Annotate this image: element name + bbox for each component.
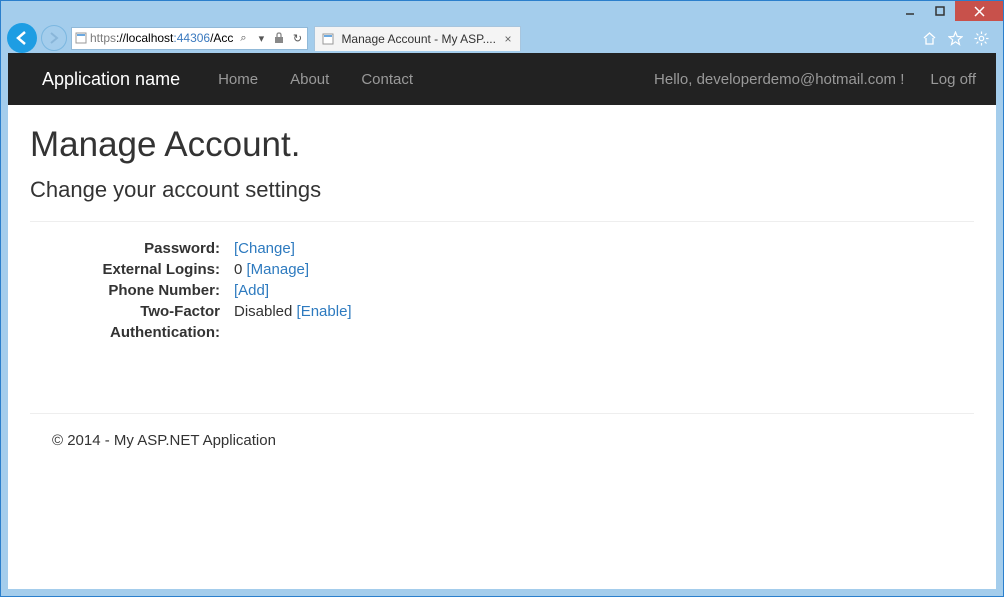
two-factor-label-1: Two-Factor: [30, 303, 234, 320]
titlebar: [1, 1, 1003, 23]
external-logins-label: External Logins:: [30, 261, 234, 278]
address-bar[interactable]: https://localhost:44306/Acc ⌕ ▾ ↻: [71, 27, 308, 50]
settings-icon[interactable]: [973, 30, 989, 46]
browser-window: https://localhost:44306/Acc ⌕ ▾ ↻ Manage…: [0, 0, 1004, 597]
site-icon: [74, 31, 88, 45]
close-button[interactable]: [955, 1, 1003, 21]
tab-favicon: [321, 32, 335, 46]
maximize-button[interactable]: [925, 1, 955, 21]
forward-button[interactable]: [41, 25, 67, 51]
page-title: Manage Account.: [30, 125, 974, 165]
divider: [30, 221, 974, 222]
lock-icon: [271, 30, 287, 46]
page-body: Manage Account. Change your account sett…: [8, 105, 996, 469]
refresh-icon[interactable]: ↻: [289, 30, 305, 46]
brand[interactable]: Application name: [42, 69, 180, 90]
nav-greeting[interactable]: Hello, developerdemo@hotmail.com !: [654, 71, 904, 88]
dropdown-icon[interactable]: ▾: [253, 30, 269, 46]
password-value: [Change]: [234, 240, 974, 257]
browser-tab[interactable]: Manage Account - My ASP.... ×: [314, 26, 521, 51]
two-factor-enable-link[interactable]: [Enable]: [297, 303, 352, 320]
favorites-icon[interactable]: [947, 30, 963, 46]
browser-toolbar: https://localhost:44306/Acc ⌕ ▾ ↻ Manage…: [1, 23, 1003, 53]
home-icon[interactable]: [921, 30, 937, 46]
nav-links: Home About Contact: [202, 71, 429, 88]
address-text: https://localhost:44306/Acc: [90, 31, 233, 45]
nav-home[interactable]: Home: [202, 71, 274, 88]
two-factor-label-2: Authentication:: [30, 324, 234, 341]
footer-divider: [30, 413, 974, 414]
nav-contact[interactable]: Contact: [345, 71, 429, 88]
search-icon[interactable]: ⌕: [235, 30, 251, 46]
tab-close-icon[interactable]: ×: [502, 33, 514, 45]
toolbar-icons: [921, 30, 997, 46]
password-label: Password:: [30, 240, 234, 257]
phone-add-link[interactable]: [Add]: [234, 282, 269, 299]
site-navbar: Application name Home About Contact Hell…: [8, 53, 996, 105]
password-change-link[interactable]: [Change]: [234, 240, 295, 257]
phone-label: Phone Number:: [30, 282, 234, 299]
back-button[interactable]: [7, 23, 37, 53]
external-logins-manage-link[interactable]: [Manage]: [247, 261, 310, 278]
footer-text: © 2014 - My ASP.NET Application: [30, 432, 974, 449]
window-controls: [895, 1, 1003, 21]
two-factor-value: Disabled [Enable]: [234, 303, 974, 320]
two-factor-status: Disabled: [234, 303, 297, 320]
settings-list: Password: [Change] External Logins: 0 [M…: [30, 240, 974, 341]
external-logins-count: 0: [234, 261, 247, 278]
tab-title: Manage Account - My ASP....: [341, 32, 496, 46]
nav-about[interactable]: About: [274, 71, 345, 88]
external-logins-value: 0 [Manage]: [234, 261, 974, 278]
nav-right: Hello, developerdemo@hotmail.com ! Log o…: [654, 71, 976, 88]
page-subtitle: Change your account settings: [30, 177, 974, 203]
page-content: Application name Home About Contact Hell…: [8, 53, 996, 589]
minimize-button[interactable]: [895, 1, 925, 21]
phone-value: [Add]: [234, 282, 974, 299]
nav-logoff[interactable]: Log off: [930, 71, 976, 88]
